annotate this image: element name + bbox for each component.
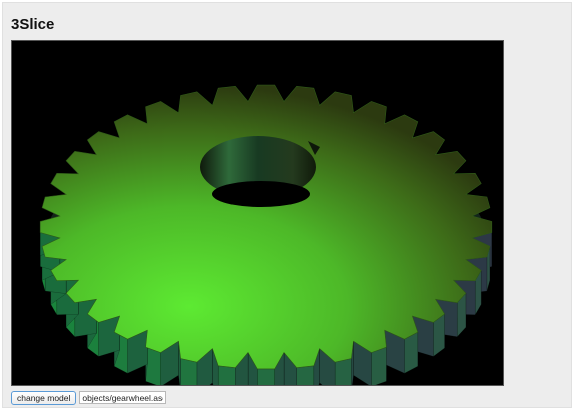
gear-side-face [296,365,315,385]
model-path-input[interactable] [79,391,167,404]
change-model-button[interactable]: change model [11,390,77,405]
gear-side-face [371,346,387,385]
app-panel: 3Slice change model objects/gearwheel.as… [2,2,572,408]
gear-side-face [217,365,236,385]
model-controls: change model [11,390,167,405]
gear-side-face [145,346,161,385]
gear-side-face [180,358,198,385]
gear-side-face [334,358,352,385]
gear-side-face [257,368,275,385]
gear-model-render [39,84,493,385]
bore-hole-bottom [212,181,310,207]
3d-viewport[interactable] [11,40,504,386]
app-title: 3Slice [11,16,55,33]
gear-side-face [98,315,120,357]
